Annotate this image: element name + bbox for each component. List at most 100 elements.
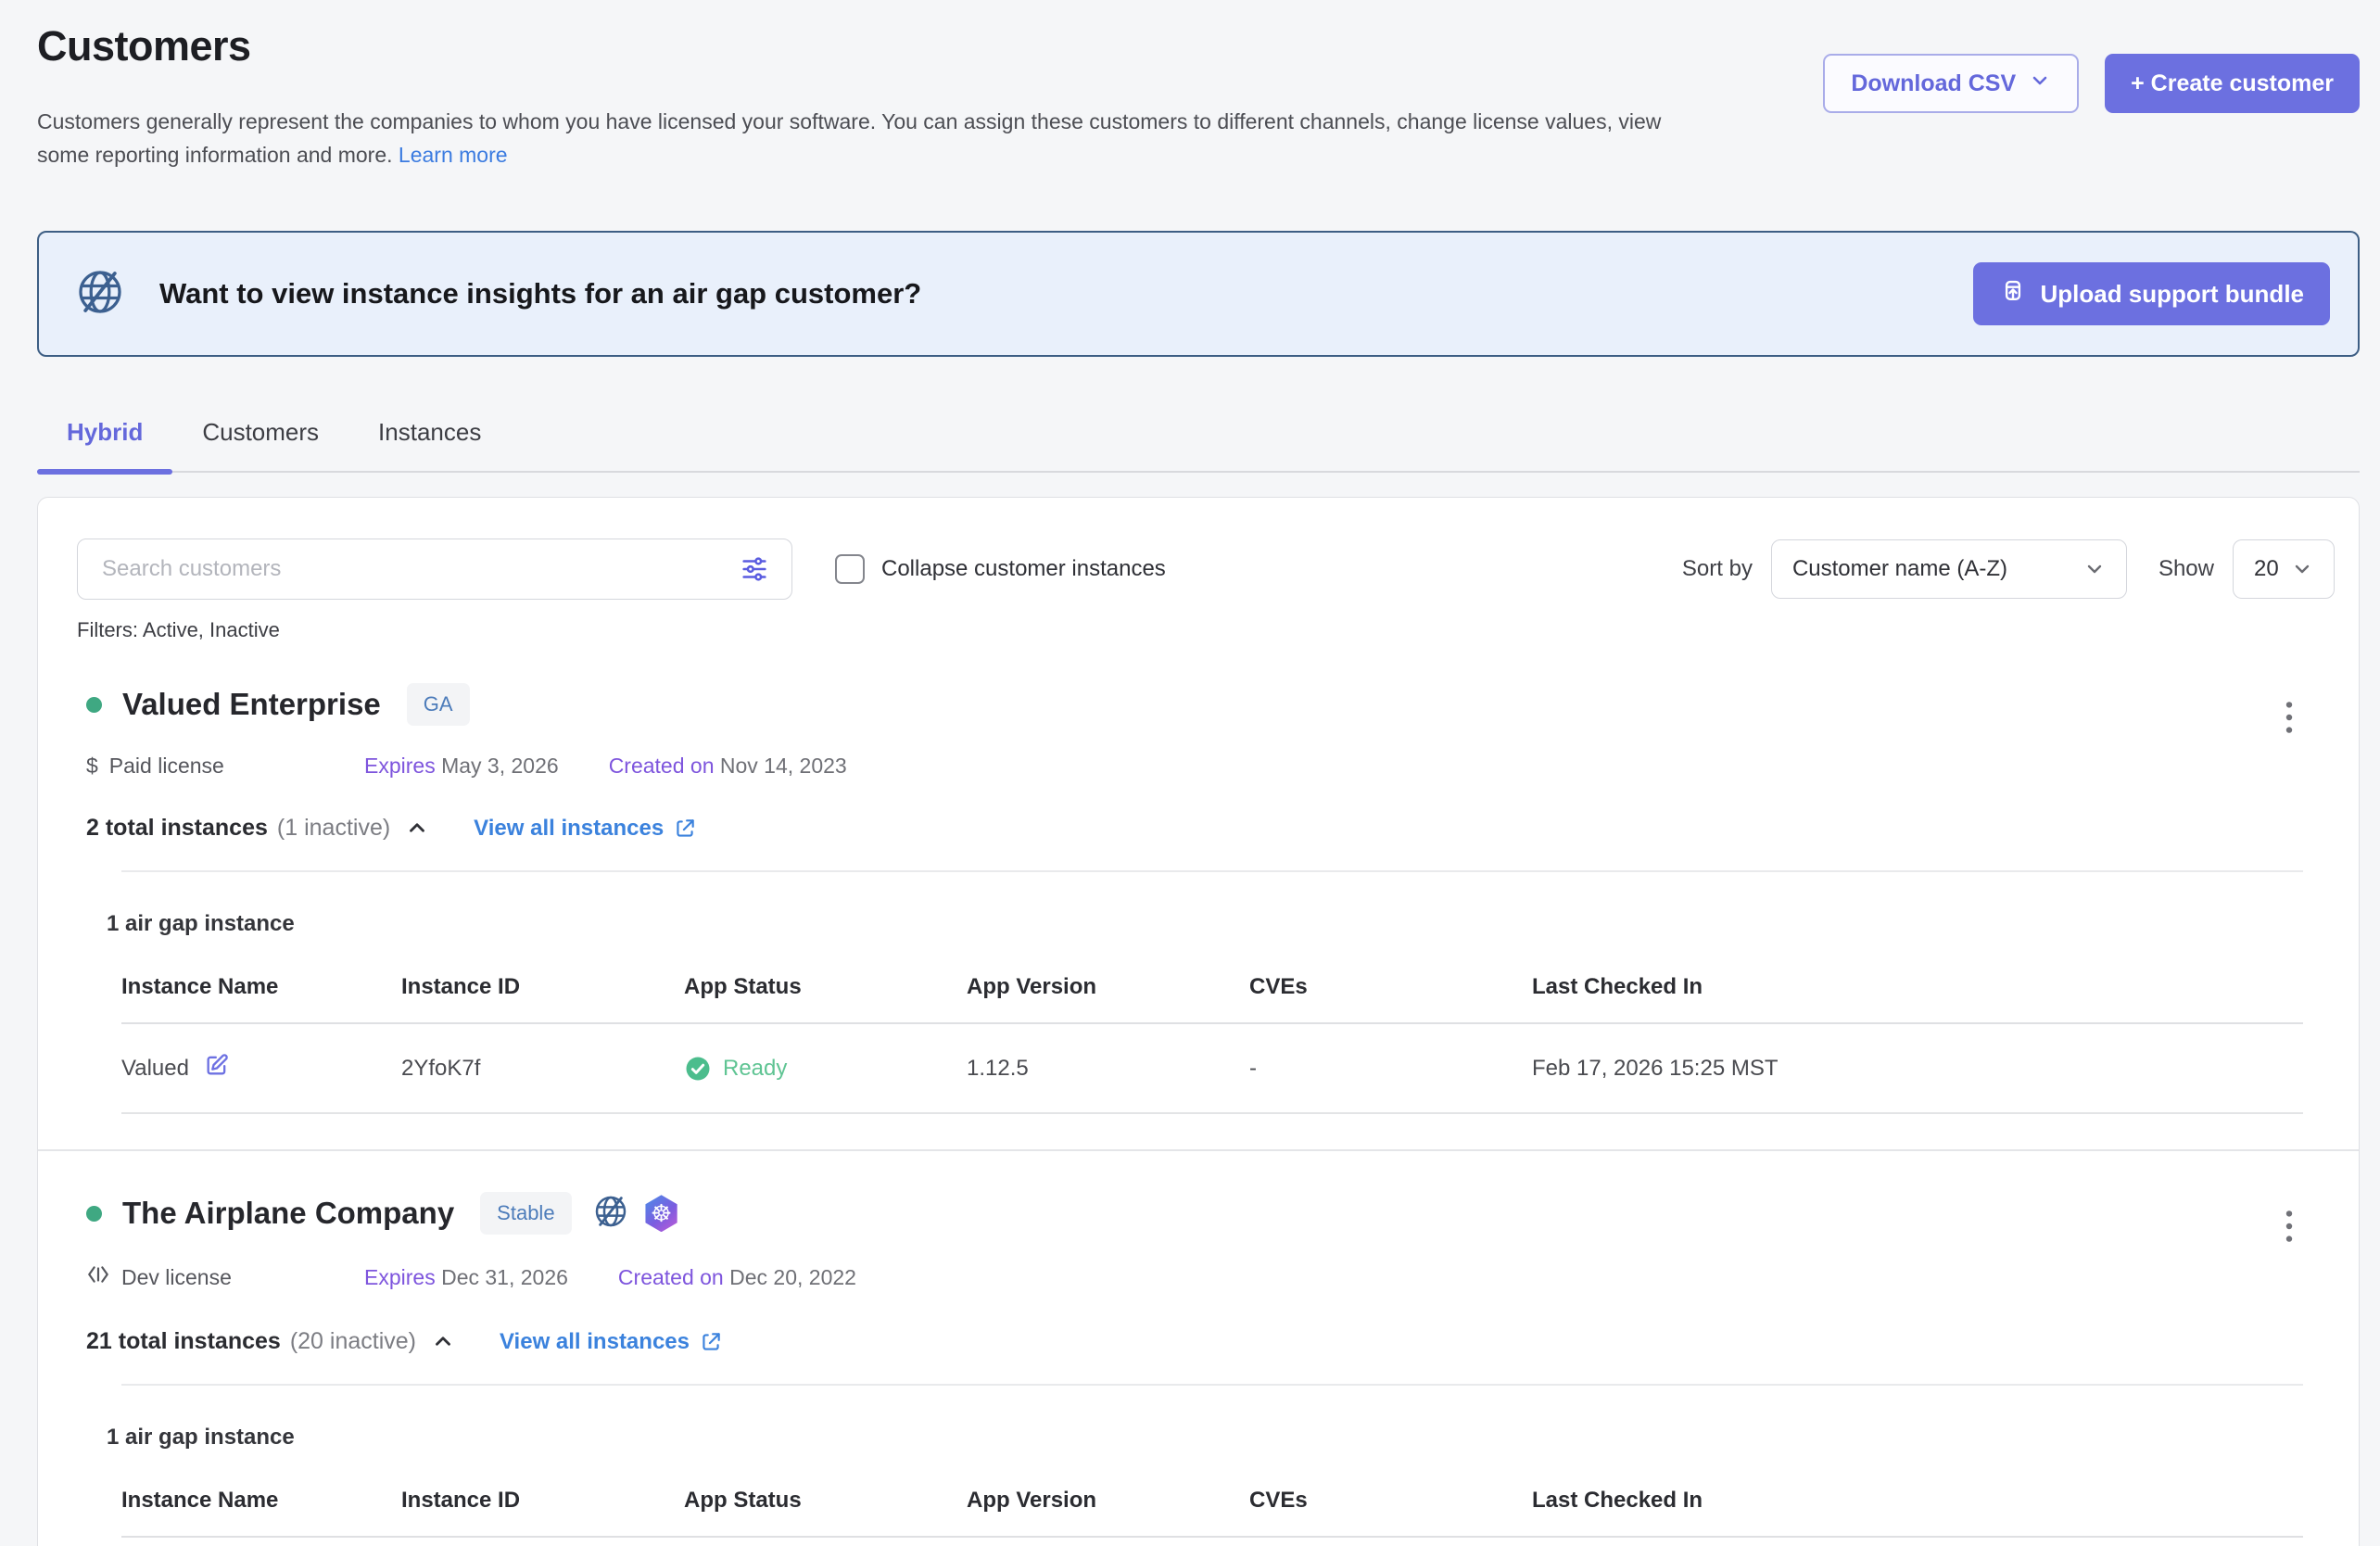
table-header-row: Instance Name Instance ID App Status App…	[121, 974, 2303, 1024]
customer-meta: Dev license Expires Dec 31, 2026 Created…	[86, 1262, 2335, 1292]
airgap-instance-table: Instance Name Instance ID App Status App…	[121, 974, 2303, 1114]
instance-name-cell: Valued	[121, 1052, 401, 1084]
inactive-count: (20 inactive)	[290, 1328, 416, 1355]
kebab-menu-icon[interactable]	[2275, 1207, 2303, 1250]
col-app-status: App Status	[684, 974, 967, 1000]
view-all-instances-label: View all instances	[474, 816, 664, 842]
view-all-instances-link[interactable]: View all instances	[474, 816, 697, 842]
customer-valued-enterprise: Valued Enterprise GA $ Paid license Expi…	[77, 683, 2335, 1151]
instance-id-cell: 2YfoK7f	[401, 1056, 684, 1082]
col-cves: CVEs	[1249, 1488, 1532, 1514]
last-checked-in-cell: Feb 17, 2026 15:25 MST	[1532, 1056, 2303, 1082]
divider	[121, 870, 2303, 872]
expires-value: May 3, 2026	[441, 754, 559, 778]
created-label: Created on	[618, 1265, 724, 1289]
kubernetes-icon: ☸	[644, 1195, 679, 1232]
license-type-label: Paid license	[109, 754, 224, 779]
expires-field: Expires Dec 31, 2026	[364, 1265, 568, 1290]
created-label: Created on	[609, 754, 715, 778]
create-customer-button[interactable]: + Create customer	[2105, 54, 2360, 113]
banner-title: Want to view instance insights for an ai…	[159, 277, 1973, 310]
tab-instances[interactable]: Instances	[348, 418, 511, 471]
search-wrap	[77, 539, 792, 600]
external-link-icon	[699, 1330, 723, 1354]
expires-value: Dec 31, 2026	[441, 1265, 568, 1289]
paid-license-icon: $	[86, 754, 98, 779]
dev-license-icon	[86, 1262, 110, 1292]
page-title: Customers	[37, 22, 1696, 70]
list-controls: Collapse customer instances Sort by Cust…	[77, 539, 2335, 600]
chevron-up-icon[interactable]	[431, 1329, 455, 1358]
collapse-instances-control[interactable]: Collapse customer instances	[835, 554, 1166, 584]
col-app-version: App Version	[967, 1488, 1249, 1514]
globe-slash-icon	[74, 266, 126, 323]
channel-badge: Stable	[480, 1192, 571, 1235]
collapse-instances-label: Collapse customer instances	[881, 556, 1166, 582]
customer-name[interactable]: The Airplane Company	[122, 1196, 454, 1231]
active-status-dot	[86, 1206, 102, 1222]
kebab-menu-icon[interactable]	[2275, 698, 2303, 741]
external-link-icon	[673, 817, 697, 841]
table-row: Valued 2YfoK7f Ready 1.12.5 - Feb 17, 20…	[121, 1024, 2303, 1114]
airgap-instances-heading: 1 air gap instance	[107, 1425, 2335, 1451]
filters-note: Filters: Active, Inactive	[77, 618, 2335, 642]
upload-support-bundle-button[interactable]: Upload support bundle	[1973, 262, 2330, 325]
chevron-up-icon[interactable]	[405, 816, 429, 844]
col-last-checked-in: Last Checked In	[1532, 974, 2303, 1000]
created-value: Nov 14, 2023	[720, 754, 847, 778]
filter-sliders-icon[interactable]	[739, 553, 770, 589]
expires-label: Expires	[364, 754, 436, 778]
download-csv-button[interactable]: Download CSV	[1823, 54, 2079, 113]
total-instances: 21 total instances	[86, 1328, 281, 1355]
download-csv-label: Download CSV	[1851, 70, 2016, 97]
col-last-checked-in: Last Checked In	[1532, 1488, 2303, 1514]
col-app-status: App Status	[684, 1488, 967, 1514]
edit-icon[interactable]	[204, 1052, 230, 1084]
col-instance-id: Instance ID	[401, 1488, 684, 1514]
instances-summary: 21 total instances (20 inactive) View al…	[86, 1325, 2335, 1358]
collapse-instances-checkbox[interactable]	[835, 554, 865, 584]
create-customer-label: + Create customer	[2131, 70, 2334, 97]
upload-support-bundle-label: Upload support bundle	[2040, 280, 2304, 309]
license-type: Dev license	[86, 1262, 364, 1292]
license-type: $ Paid license	[86, 754, 364, 779]
view-all-instances-link[interactable]: View all instances	[500, 1329, 723, 1355]
tab-bar: Hybrid Customers Instances	[37, 418, 2360, 473]
learn-more-link[interactable]: Learn more	[399, 143, 508, 167]
total-instances: 2 total instances	[86, 815, 268, 842]
instance-name: Valued	[121, 1056, 189, 1082]
col-instance-id: Instance ID	[401, 974, 684, 1000]
app-version-cell: 1.12.5	[967, 1056, 1249, 1082]
search-input[interactable]	[77, 539, 792, 600]
app-status-cell: Ready	[684, 1055, 967, 1083]
upload-icon	[1999, 277, 2027, 311]
chevron-down-icon	[2029, 70, 2051, 98]
check-circle-icon	[684, 1055, 712, 1083]
chevron-down-icon	[2083, 558, 2106, 580]
customer-type-icons: ☸	[592, 1193, 679, 1235]
sort-by-label: Sort by	[1682, 556, 1753, 582]
airgap-instances-heading: 1 air gap instance	[107, 911, 2335, 937]
description-text: Customers generally represent the compan…	[37, 109, 1661, 167]
sort-by-select[interactable]: Customer name (A-Z)	[1771, 539, 2127, 599]
table-header-row: Instance Name Instance ID App Status App…	[121, 1488, 2303, 1538]
customer-name[interactable]: Valued Enterprise	[122, 687, 381, 722]
created-field: Created on Dec 20, 2022	[618, 1265, 856, 1290]
expires-label: Expires	[364, 1265, 436, 1289]
inactive-count: (1 inactive)	[277, 815, 390, 842]
page-description: Customers generally represent the compan…	[37, 106, 1696, 171]
col-instance-name: Instance Name	[121, 974, 401, 1000]
show-label: Show	[2158, 556, 2214, 582]
chevron-down-icon	[2291, 558, 2313, 580]
view-all-instances-label: View all instances	[500, 1329, 690, 1355]
col-instance-name: Instance Name	[121, 1488, 401, 1514]
show-count-select[interactable]: 20	[2233, 539, 2335, 599]
airgap-instance-table: Instance Name Instance ID App Status App…	[121, 1488, 2303, 1538]
created-value: Dec 20, 2022	[729, 1265, 856, 1289]
customer-separator	[38, 1149, 2359, 1151]
tab-hybrid[interactable]: Hybrid	[37, 418, 172, 471]
show-count-value: 20	[2254, 556, 2279, 582]
customers-card: Collapse customer instances Sort by Cust…	[37, 497, 2360, 1546]
tab-customers[interactable]: Customers	[172, 418, 348, 471]
expires-field: Expires May 3, 2026	[364, 754, 559, 779]
